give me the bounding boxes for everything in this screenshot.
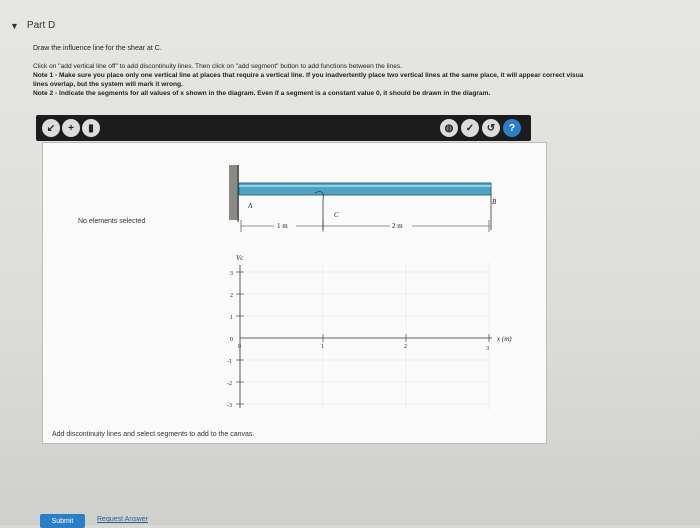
canvas-toolbar: ↙ + ▮ ◍ ✓ ↺ ? [36, 115, 531, 141]
trash-icon[interactable]: ▮ [82, 119, 100, 137]
page: ▼ Part D Draw the influence line for the… [0, 0, 700, 528]
help-icon[interactable]: ? [503, 119, 521, 137]
question-text: Draw the influence line for the shear at… [33, 45, 162, 52]
vertical-line-icon[interactable]: ↙ [42, 119, 60, 137]
note-1-cont: lines overlap, but the system will mark … [33, 81, 183, 88]
add-icon[interactable]: + [62, 119, 80, 137]
request-answer-link[interactable]: Request Answer [97, 516, 148, 523]
undo-icon[interactable]: ↺ [482, 119, 500, 137]
note-2: Note 2 - Indicate the segments for all v… [33, 90, 491, 97]
drawing-canvas[interactable] [42, 142, 547, 444]
submit-button[interactable]: Submit [40, 514, 85, 528]
check-icon[interactable]: ✓ [461, 119, 479, 137]
hint-icon[interactable]: ◍ [440, 119, 458, 137]
instructions: Draw the influence line for the shear at… [33, 44, 693, 98]
note-1: Note 1 - Make sure you place only one ve… [33, 72, 584, 79]
collapse-icon[interactable]: ▼ [10, 21, 19, 31]
selection-status: No elements selected [78, 218, 146, 225]
part-header[interactable]: ▼ Part D [10, 20, 55, 31]
canvas-hint: Add discontinuity lines and select segme… [52, 431, 255, 438]
part-title: Part D [26, 20, 56, 31]
instruction-line: Click on "add vertical line off" to add … [33, 63, 403, 70]
